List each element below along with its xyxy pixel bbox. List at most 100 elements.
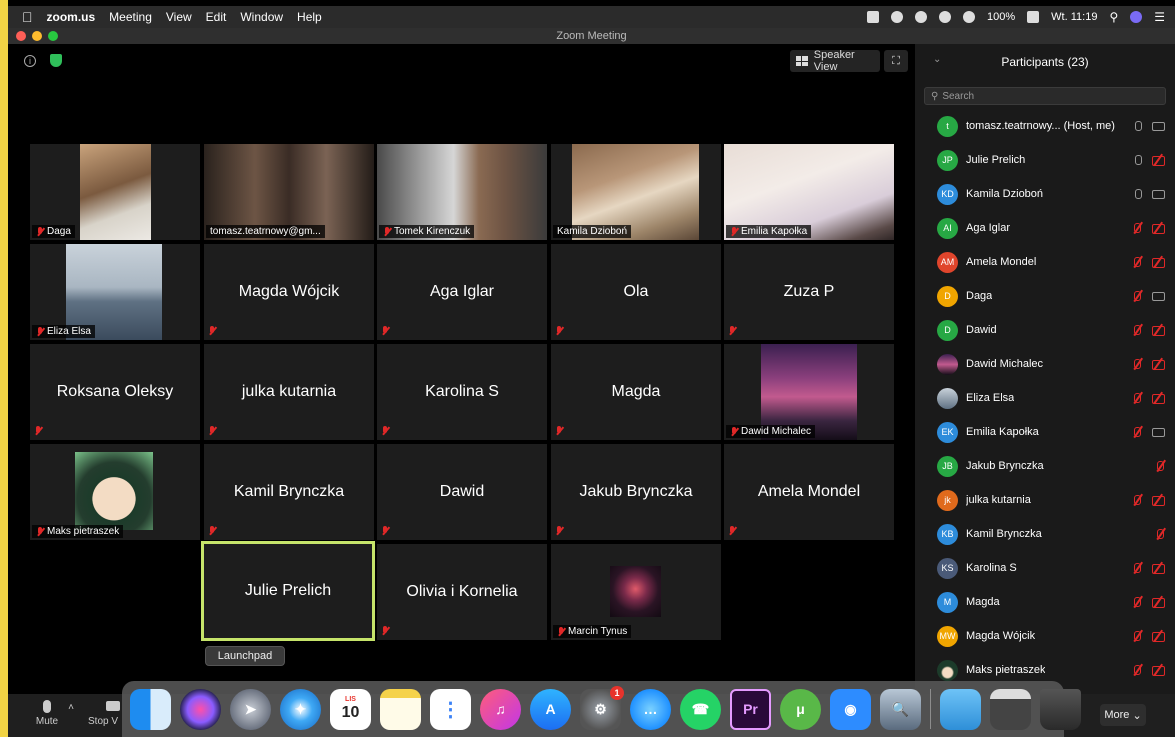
preview-icon[interactable]: 🔍	[880, 688, 921, 730]
zoom-status-icon[interactable]	[867, 11, 880, 23]
more-button[interactable]: More ⌄	[1100, 704, 1146, 726]
notes-icon[interactable]	[380, 688, 421, 730]
video-tile[interactable]: Kamila Dzioboń	[551, 144, 721, 240]
mic-muted-icon[interactable]	[1155, 529, 1165, 539]
video-tile[interactable]: Zuza P	[724, 244, 894, 340]
mic-muted-icon[interactable]	[1132, 291, 1142, 301]
calendar-icon[interactable]: LIS 10	[330, 688, 371, 730]
participant-row[interactable]: KD Kamila Dzioboń	[915, 177, 1175, 211]
finder-icon[interactable]	[130, 688, 171, 730]
bluetooth-icon[interactable]	[939, 11, 952, 23]
participant-row[interactable]: MW Magda Wójcik	[915, 619, 1175, 653]
mic-muted-icon[interactable]	[1132, 223, 1142, 233]
video-tile[interactable]: Dawid	[377, 444, 547, 540]
camera-on-icon[interactable]	[1152, 427, 1165, 437]
reminders-icon[interactable]: ⋮	[430, 688, 471, 730]
mic-muted-icon[interactable]	[1155, 461, 1165, 471]
camera-on-icon[interactable]	[1152, 189, 1165, 199]
system-preferences-icon[interactable]: ⚙ 1	[580, 685, 624, 730]
camera-off-icon[interactable]	[1152, 257, 1165, 268]
camera-off-icon[interactable]	[1152, 325, 1165, 336]
menu-meeting[interactable]: Meeting	[109, 10, 152, 24]
zoom-window-button[interactable]	[48, 31, 58, 41]
participant-row[interactable]: M Magda	[915, 585, 1175, 619]
fullscreen-button[interactable]: ⛶	[884, 50, 908, 72]
camera-off-icon[interactable]	[1152, 393, 1165, 404]
stop-video-button[interactable]: Stop V	[88, 700, 122, 727]
mic-muted-icon[interactable]	[1132, 631, 1142, 641]
participant-search-input[interactable]: ⚲ Search	[924, 87, 1166, 105]
participant-row[interactable]: KB Kamil Brynczka	[915, 517, 1175, 551]
video-tile[interactable]: Emilia Kapołka	[724, 144, 894, 240]
menu-app-name[interactable]: zoom.us	[47, 10, 96, 24]
video-tile[interactable]: Ola	[551, 244, 721, 340]
participant-row[interactable]: jk julka kutarnia	[915, 483, 1175, 517]
video-tile[interactable]: Marcin Tynus	[551, 544, 721, 640]
video-tile[interactable]: Amela Mondel	[724, 444, 894, 540]
camera-on-icon[interactable]	[1152, 121, 1165, 131]
premiere-pro-icon[interactable]: Pr	[730, 688, 771, 730]
mic-muted-icon[interactable]	[1132, 495, 1142, 505]
video-tile[interactable]: Magda	[551, 344, 721, 440]
camera-off-icon[interactable]	[1152, 495, 1165, 506]
video-tile[interactable]: Olivia i Kornelia	[377, 544, 547, 640]
siri-icon[interactable]	[180, 688, 221, 730]
video-tile[interactable]: tomasz.teatrnowy@gm...	[204, 144, 374, 240]
notification-center-icon[interactable]: ☰	[1154, 10, 1165, 24]
battery-percentage[interactable]: 100%	[987, 11, 1015, 23]
music-icon[interactable]: ♫	[480, 688, 521, 730]
meeting-info-icon[interactable]: i	[24, 55, 36, 67]
dnd-icon[interactable]	[915, 11, 928, 23]
speaker-view-button[interactable]: Speaker View	[790, 49, 880, 73]
video-tile[interactable]: Tomek Kirenczuk	[377, 144, 547, 240]
collapse-panel-icon[interactable]: ⌄	[933, 54, 941, 65]
mic-muted-icon[interactable]	[1132, 359, 1142, 369]
mic-muted-icon[interactable]	[1132, 257, 1142, 267]
utorrent-icon[interactable]: μ	[780, 688, 821, 730]
mic-muted-icon[interactable]	[1132, 563, 1142, 573]
video-tile[interactable]: Daga	[30, 144, 200, 240]
mute-button[interactable]: Mute	[32, 700, 62, 727]
participant-row[interactable]: D Dawid	[915, 313, 1175, 347]
participant-row[interactable]: Dawid Michalec	[915, 347, 1175, 381]
mic-on-icon[interactable]	[1135, 189, 1142, 199]
trash-icon[interactable]	[1040, 688, 1081, 730]
spotlight-search-icon[interactable]: ⚲	[1109, 10, 1118, 24]
video-tile[interactable]: Roksana Oleksy	[30, 344, 200, 440]
battery-icon[interactable]	[1027, 11, 1040, 23]
camera-off-icon[interactable]	[1152, 359, 1165, 370]
video-tile[interactable]: Dawid Michalec	[724, 344, 894, 440]
video-tile[interactable]: Jakub Brynczka	[551, 444, 721, 540]
camera-off-icon[interactable]	[1152, 665, 1165, 676]
mic-on-icon[interactable]	[1135, 155, 1142, 165]
mic-muted-icon[interactable]	[1132, 665, 1142, 675]
menu-window[interactable]: Window	[240, 10, 283, 24]
security-shield-icon[interactable]	[50, 54, 62, 67]
camera-off-icon[interactable]	[1152, 563, 1165, 574]
active-speaker-tile[interactable]: Julie Prelich	[201, 541, 375, 641]
messages-icon[interactable]: …	[630, 688, 671, 730]
audio-options-chevron[interactable]: ˄	[66, 702, 76, 713]
minimize-window-button[interactable]	[32, 31, 42, 41]
participant-row[interactable]: Eliza Elsa	[915, 381, 1175, 415]
participant-row[interactable]: AM Amela Mondel	[915, 245, 1175, 279]
apple-menu-icon[interactable]: 	[22, 9, 33, 25]
video-tile[interactable]: Maks pietraszek	[30, 444, 200, 540]
participant-row[interactable]: KS Karolina S	[915, 551, 1175, 585]
safari-icon[interactable]: ✦	[280, 688, 321, 730]
video-tile[interactable]: Kamil Brynczka	[204, 444, 374, 540]
video-tile[interactable]: julka kutarnia	[204, 344, 374, 440]
siri-icon[interactable]	[1130, 11, 1143, 23]
mic-muted-icon[interactable]	[1132, 597, 1142, 607]
menubar-clock[interactable]: Wt. 11:19	[1051, 11, 1097, 23]
mic-on-icon[interactable]	[1135, 121, 1142, 131]
close-window-button[interactable]	[16, 31, 26, 41]
mic-muted-icon[interactable]	[1132, 427, 1142, 437]
camera-off-icon[interactable]	[1152, 631, 1165, 642]
participant-row[interactable]: EK Emilia Kapołka	[915, 415, 1175, 449]
menu-help[interactable]: Help	[297, 10, 322, 24]
camera-on-icon[interactable]	[1152, 291, 1165, 301]
zoom-icon[interactable]: ◉	[830, 688, 871, 730]
camera-off-icon[interactable]	[1152, 597, 1165, 608]
participant-row[interactable]: AI Aga Iglar	[915, 211, 1175, 245]
